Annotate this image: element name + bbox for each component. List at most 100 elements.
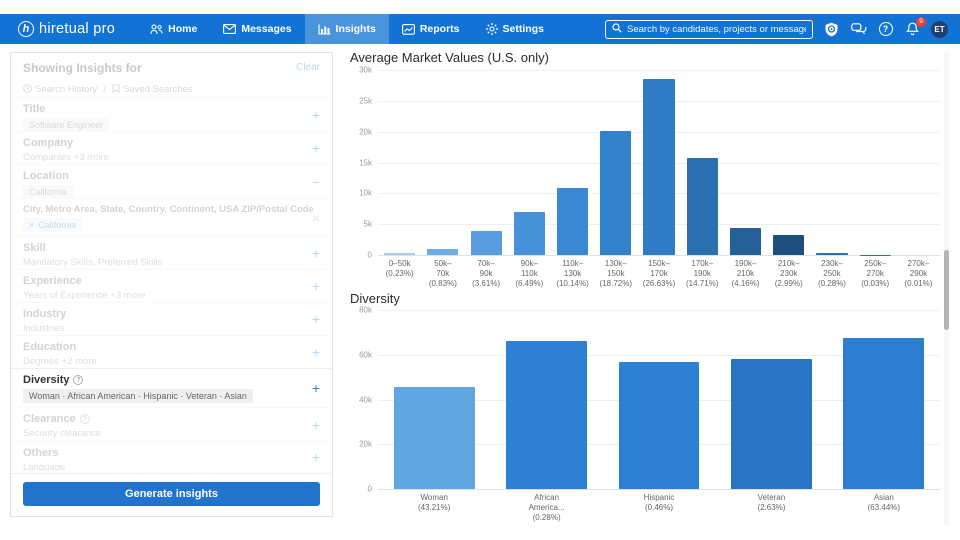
help-icon[interactable]: ? <box>877 21 894 38</box>
nav-item-settings[interactable]: Settings <box>473 14 557 44</box>
filter-section-location[interactable]: Location California − <box>11 164 332 198</box>
bar-slot <box>637 70 680 255</box>
add-icon[interactable]: + <box>312 345 320 359</box>
bar-slot <box>490 310 602 489</box>
nav-item-reports[interactable]: Reports <box>389 14 473 44</box>
nav-item-messages[interactable]: Messages <box>210 14 304 44</box>
nav-item-label: Insights <box>335 23 376 35</box>
bar <box>506 340 588 489</box>
scrollbar-thumb[interactable] <box>944 250 949 330</box>
y-axis-tick: 0 <box>367 250 372 260</box>
bar <box>600 131 632 255</box>
search-history-link[interactable]: Search History <box>23 83 98 96</box>
app-logo[interactable]: h hiretual pro <box>18 21 115 37</box>
add-icon[interactable]: + <box>312 108 320 122</box>
search-icon <box>612 20 622 38</box>
chat-bubbles-icon[interactable] <box>850 21 867 38</box>
search-input[interactable] <box>627 23 806 35</box>
bookmark-icon <box>112 83 120 96</box>
bar <box>393 386 475 489</box>
filter-section-diversity[interactable]: Diversity ? Woman · African American · H… <box>11 368 332 407</box>
nav-right-icons: ? 9 ET <box>823 16 948 38</box>
bar-chart-icon <box>317 24 331 35</box>
add-icon[interactable]: + <box>312 381 320 395</box>
nav-item-label: Reports <box>419 23 460 35</box>
bar-slot <box>508 70 551 255</box>
x-axis-label: 190k– 210k (4.16%) <box>731 259 760 288</box>
add-icon[interactable]: + <box>312 418 320 432</box>
filter-section-industry[interactable]: Industry Industries + <box>11 302 332 335</box>
bar <box>843 338 925 489</box>
add-icon[interactable]: + <box>312 312 320 326</box>
market-values-chart: 30k 25k 20k 15k 10k 5k 0 0–50k (0.23%) 50k– 70k (0… <box>348 66 940 289</box>
add-icon[interactable]: + <box>312 279 320 293</box>
filter-section-skill[interactable]: Skill Mandatory Skills, Preferred Skills… <box>11 236 332 269</box>
filter-section-clearance[interactable]: Clearance ? Security clearance + <box>11 407 332 441</box>
bar <box>686 157 718 255</box>
generate-insights-button[interactable]: Generate insights <box>23 482 320 506</box>
y-axis-tick: 20k <box>359 439 372 449</box>
search-history-label: Search History <box>35 84 98 95</box>
insights-filter-panel: Showing Insights for Clear Search Histor… <box>10 52 333 517</box>
user-avatar[interactable]: ET <box>931 20 948 38</box>
filter-section-education[interactable]: Education Degrees +2 more + <box>11 335 332 368</box>
y-axis-tick: 0 <box>367 484 372 494</box>
bar-slot <box>724 70 767 255</box>
filter-section-company[interactable]: Company Companies +3 more + <box>11 131 332 164</box>
x-axis-label: 50k– 70k (0.83%) <box>428 259 457 288</box>
panel-header: Showing Insights for Clear <box>11 53 332 77</box>
bar <box>427 249 459 255</box>
nav-item-home[interactable]: Home <box>137 14 210 44</box>
bar-slot <box>378 70 421 255</box>
gear-icon <box>485 23 498 35</box>
chart-title-diversity: Diversity <box>350 291 400 306</box>
x-axis-label: Woman (43.21%) <box>417 493 451 512</box>
bar-slot <box>854 70 897 255</box>
bar-slot <box>767 70 810 255</box>
clear-section-icon[interactable]: × <box>312 211 320 225</box>
market-values-plot: 30k 25k 20k 15k 10k 5k 0 <box>359 66 940 260</box>
clear-button[interactable]: Clear <box>296 62 320 73</box>
bar-slot <box>828 310 940 489</box>
x-axis-label: 210k– 230k (2.99%) <box>774 259 803 288</box>
search-source-row: Search History / Saved Searches <box>11 77 332 97</box>
clearance-label: Clearance <box>23 413 76 425</box>
filter-tag: California <box>23 185 74 198</box>
global-search <box>605 19 813 39</box>
x-axis-label: Hispanic (0.46%) <box>643 493 675 512</box>
bar-slot <box>464 70 507 255</box>
x-axis-label: 270k– 290k (0.01%) <box>904 259 933 288</box>
envelope-icon <box>223 24 237 34</box>
nav-item-label: Settings <box>502 23 544 35</box>
bar-slot <box>551 70 594 255</box>
remove-chip-icon[interactable]: × <box>29 220 34 230</box>
y-axis-tick: 40k <box>359 395 372 404</box>
bar <box>729 227 762 255</box>
bar <box>816 253 848 255</box>
saved-searches-link[interactable]: Saved Searches <box>112 83 193 96</box>
nav-item-label: Messages <box>241 23 292 35</box>
line-chart-icon <box>401 23 415 35</box>
nav-item-insights[interactable]: Insights <box>304 14 389 44</box>
location-chip[interactable]: × California <box>23 218 83 232</box>
filter-section-experience[interactable]: Experience Years of Experience +3 more + <box>11 269 332 302</box>
filter-section-others[interactable]: Others Language + <box>11 441 332 471</box>
saved-searches-label: Saved Searches <box>122 84 193 95</box>
add-icon[interactable]: + <box>312 141 320 155</box>
filter-section-title[interactable]: Title Software Engineer + <box>11 97 332 131</box>
notifications-bell-icon[interactable]: 9 <box>904 16 926 38</box>
filter-section-location-detail[interactable]: City, Metro Area, State, Country, Contin… <box>11 198 332 236</box>
bar <box>513 212 545 255</box>
bar-slot <box>810 70 853 255</box>
shield-extension-icon[interactable] <box>823 21 840 38</box>
x-axis-label: 110k– 130k (10.14%) <box>556 259 589 288</box>
info-icon[interactable]: ? <box>73 375 84 385</box>
bars-row <box>378 310 940 489</box>
x-axis-label: African America... (0.28%) <box>528 493 565 522</box>
bar <box>470 230 502 255</box>
bar <box>730 359 812 489</box>
add-icon[interactable]: + <box>312 450 320 464</box>
bar <box>773 235 805 255</box>
add-icon[interactable]: + <box>312 246 320 260</box>
collapse-icon[interactable]: − <box>312 175 320 189</box>
